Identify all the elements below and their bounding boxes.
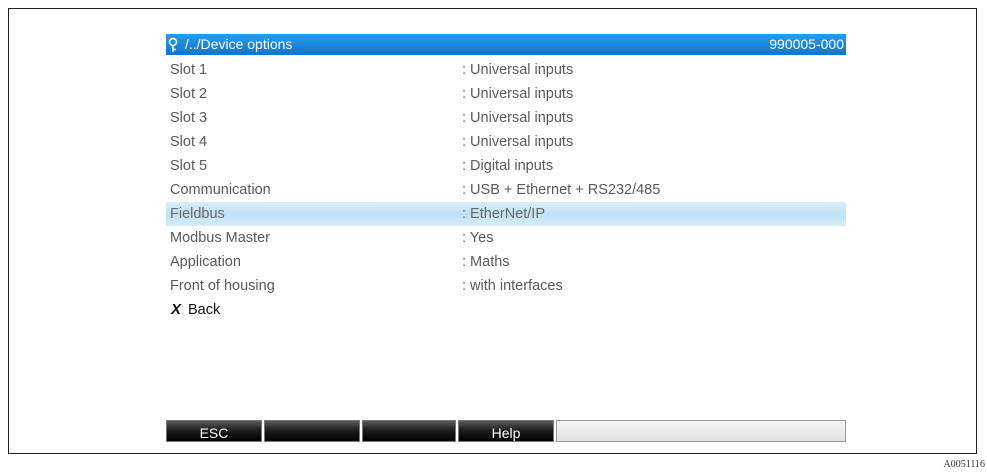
item-value: : EtherNet/IP [462,206,546,222]
figure-reference-code: A0051116 [943,459,985,470]
list-item-fieldbus[interactable]: Fieldbus : EtherNet/IP [166,202,846,226]
device-screen: /../Device options 990005-000 Slot 1 : U… [166,34,846,444]
list-item-slot-1[interactable]: Slot 1 : Universal inputs [166,58,846,82]
softkey-bar: ESC Help [166,420,846,442]
item-label: Fieldbus [170,206,225,222]
softkey-2[interactable] [264,420,360,442]
item-label: Slot 2 [170,86,208,102]
list-item-slot-2[interactable]: Slot 2 : Universal inputs [166,82,846,106]
breadcrumb-path: /../Device options [185,36,293,52]
item-value: : USB + Ethernet + RS232/485 [462,182,661,198]
softkey-help[interactable]: Help [458,420,554,442]
item-value: : with interfaces [462,278,563,294]
item-value: : Maths [462,254,510,270]
item-label: Modbus Master [170,230,270,246]
item-value: : Digital inputs [462,158,554,174]
back-label: Back [188,302,221,318]
list-item-slot-3[interactable]: Slot 3 : Universal inputs [166,106,846,130]
back-button[interactable]: X Back [166,298,846,322]
softkey-3[interactable] [362,420,456,442]
item-label: Slot 1 [170,62,208,78]
order-code: 990005-000 [769,36,844,52]
list-item-application[interactable]: Application : Maths [166,250,846,274]
device-frame: /../Device options 990005-000 Slot 1 : U… [8,8,977,454]
list-item-slot-4[interactable]: Slot 4 : Universal inputs [166,130,846,154]
item-value: : Universal inputs [462,62,574,78]
list-item-modbus-master[interactable]: Modbus Master : Yes [166,226,846,250]
item-value: : Yes [462,230,494,246]
list-item-front-of-housing[interactable]: Front of housing : with interfaces [166,274,846,298]
item-label: Front of housing [170,278,275,294]
softkey-esc[interactable]: ESC [166,420,262,442]
options-list: Slot 1 : Universal inputs Slot 2 : Unive… [166,58,846,322]
breadcrumb: /../Device options [168,34,292,55]
item-label: Slot 5 [170,158,208,174]
x-icon: X [171,301,182,318]
list-item-slot-5[interactable]: Slot 5 : Digital inputs [166,154,846,178]
item-label: Slot 4 [170,134,208,150]
list-item-communication[interactable]: Communication : USB + Ethernet + RS232/4… [166,178,846,202]
item-value: : Universal inputs [462,134,574,150]
item-label: Application [170,254,241,270]
item-label: Slot 3 [170,110,208,126]
key-icon [168,37,178,52]
item-value: : Universal inputs [462,110,574,126]
item-value: : Universal inputs [462,86,574,102]
title-bar: /../Device options 990005-000 [166,34,846,55]
softkey-status-area [556,420,846,442]
item-label: Communication [170,182,271,198]
